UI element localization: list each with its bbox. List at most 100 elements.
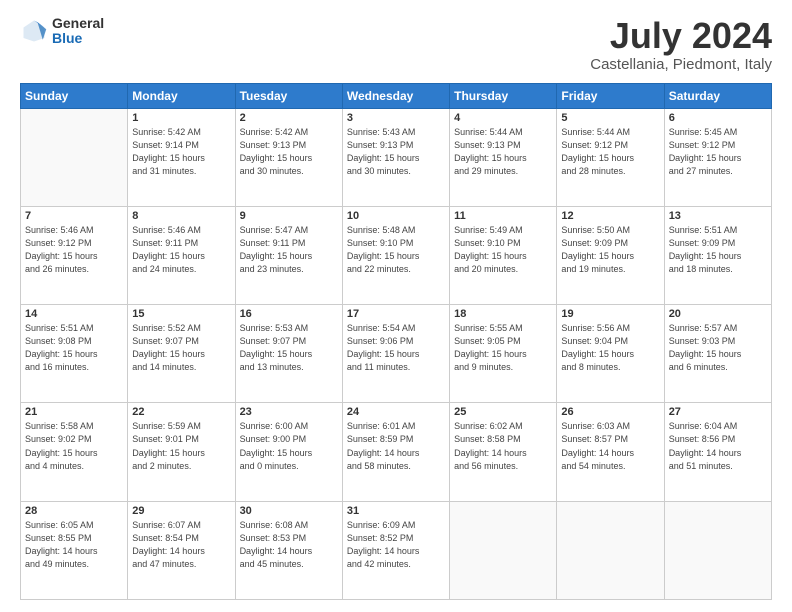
logo-text: General Blue — [52, 16, 104, 47]
day-number: 15 — [132, 308, 230, 320]
day-info: Sunrise: 5:42 AM Sunset: 9:14 PM Dayligh… — [132, 126, 230, 178]
day-info: Sunrise: 5:44 AM Sunset: 9:12 PM Dayligh… — [561, 126, 659, 178]
day-number: 17 — [347, 308, 445, 320]
day-info: Sunrise: 5:42 AM Sunset: 9:13 PM Dayligh… — [240, 126, 338, 178]
day-number: 19 — [561, 308, 659, 320]
day-number: 21 — [25, 406, 123, 418]
day-info: Sunrise: 5:43 AM Sunset: 9:13 PM Dayligh… — [347, 126, 445, 178]
day-info: Sunrise: 5:51 AM Sunset: 9:08 PM Dayligh… — [25, 322, 123, 374]
day-number: 3 — [347, 112, 445, 124]
day-number: 14 — [25, 308, 123, 320]
calendar-cell: 16Sunrise: 5:53 AM Sunset: 9:07 PM Dayli… — [235, 305, 342, 403]
day-number: 24 — [347, 406, 445, 418]
col-tuesday: Tuesday — [235, 83, 342, 108]
calendar-cell: 6 Sunrise: 5:45 AM Sunset: 9:12 PM Daylig… — [664, 108, 771, 206]
calendar-cell — [21, 108, 128, 206]
day-info: Sunrise: 5:50 AM Sunset: 9:09 PM Dayligh… — [561, 224, 659, 276]
day-number: 6 — [669, 112, 767, 124]
day-number: 30 — [240, 505, 338, 517]
calendar-cell: 2Sunrise: 5:42 AM Sunset: 9:13 PM Daylig… — [235, 108, 342, 206]
col-monday: Monday — [128, 83, 235, 108]
day-info: Sunrise: 5:49 AM Sunset: 9:10 PM Dayligh… — [454, 224, 552, 276]
calendar-cell: 23 Sunrise: 6:00 AM Sunset: 9:00 PM Dayli… — [235, 403, 342, 501]
day-info: Sunrise: 5:55 AM Sunset: 9:05 PM Dayligh… — [454, 322, 552, 374]
calendar-cell: 14 Sunrise: 5:51 AM Sunset: 9:08 PM Dayli… — [21, 305, 128, 403]
day-number: 25 — [454, 406, 552, 418]
col-saturday: Saturday — [664, 83, 771, 108]
page: General Blue July 2024 Castellania, Pied… — [0, 0, 792, 612]
calendar-cell: 19 Sunrise: 5:56 AM Sunset: 9:04 PM Dayli… — [557, 305, 664, 403]
calendar-cell: 25Sunrise: 6:02 AM Sunset: 8:58 PM Dayli… — [450, 403, 557, 501]
calendar-cell: 7 Sunrise: 5:46 AM Sunset: 9:12 PM Daylig… — [21, 206, 128, 304]
day-number: 7 — [25, 210, 123, 222]
calendar-cell: 11 Sunrise: 5:49 AM Sunset: 9:10 PM Dayli… — [450, 206, 557, 304]
col-thursday: Thursday — [450, 83, 557, 108]
col-sunday: Sunday — [21, 83, 128, 108]
calendar-cell: 15Sunrise: 5:52 AM Sunset: 9:07 PM Dayli… — [128, 305, 235, 403]
calendar-cell: 4 Sunrise: 5:44 AM Sunset: 9:13 PM Daylig… — [450, 108, 557, 206]
day-info: Sunrise: 5:56 AM Sunset: 9:04 PM Dayligh… — [561, 322, 659, 374]
logo-icon — [20, 17, 48, 45]
calendar-cell: 28Sunrise: 6:05 AM Sunset: 8:55 PM Dayli… — [21, 501, 128, 599]
calendar-cell: 10Sunrise: 5:48 AM Sunset: 9:10 PM Dayli… — [342, 206, 449, 304]
calendar-week-3: 14 Sunrise: 5:51 AM Sunset: 9:08 PM Dayli… — [21, 305, 772, 403]
day-number: 10 — [347, 210, 445, 222]
day-number: 18 — [454, 308, 552, 320]
day-info: Sunrise: 6:00 AM Sunset: 9:00 PM Dayligh… — [240, 420, 338, 472]
day-number: 26 — [561, 406, 659, 418]
calendar-cell: 1 Sunrise: 5:42 AM Sunset: 9:14 PM Daylig… — [128, 108, 235, 206]
day-number: 1 — [132, 112, 230, 124]
calendar-cell: 26 Sunrise: 6:03 AM Sunset: 8:57 PM Dayli… — [557, 403, 664, 501]
calendar-cell: 30Sunrise: 6:08 AM Sunset: 8:53 PM Dayli… — [235, 501, 342, 599]
calendar-cell: 20Sunrise: 5:57 AM Sunset: 9:03 PM Dayli… — [664, 305, 771, 403]
day-info: Sunrise: 6:09 AM Sunset: 8:52 PM Dayligh… — [347, 519, 445, 571]
logo-blue: Blue — [52, 31, 104, 46]
header: General Blue July 2024 Castellania, Pied… — [20, 16, 772, 73]
calendar-cell: 18 Sunrise: 5:55 AM Sunset: 9:05 PM Dayli… — [450, 305, 557, 403]
day-number: 9 — [240, 210, 338, 222]
day-number: 27 — [669, 406, 767, 418]
subtitle: Castellania, Piedmont, Italy — [590, 56, 772, 73]
day-info: Sunrise: 5:46 AM Sunset: 9:11 PM Dayligh… — [132, 224, 230, 276]
day-number: 5 — [561, 112, 659, 124]
day-info: Sunrise: 5:57 AM Sunset: 9:03 PM Dayligh… — [669, 322, 767, 374]
calendar-cell — [450, 501, 557, 599]
day-info: Sunrise: 5:54 AM Sunset: 9:06 PM Dayligh… — [347, 322, 445, 374]
calendar-table: Sunday Monday Tuesday Wednesday Thursday… — [20, 83, 772, 600]
day-info: Sunrise: 5:45 AM Sunset: 9:12 PM Dayligh… — [669, 126, 767, 178]
day-info: Sunrise: 6:04 AM Sunset: 8:56 PM Dayligh… — [669, 420, 767, 472]
calendar-cell: 27 Sunrise: 6:04 AM Sunset: 8:56 PM Dayli… — [664, 403, 771, 501]
day-number: 23 — [240, 406, 338, 418]
calendar-cell: 17 Sunrise: 5:54 AM Sunset: 9:06 PM Dayli… — [342, 305, 449, 403]
day-info: Sunrise: 5:44 AM Sunset: 9:13 PM Dayligh… — [454, 126, 552, 178]
day-info: Sunrise: 6:03 AM Sunset: 8:57 PM Dayligh… — [561, 420, 659, 472]
title-block: July 2024 Castellania, Piedmont, Italy — [590, 16, 772, 73]
day-info: Sunrise: 5:58 AM Sunset: 9:02 PM Dayligh… — [25, 420, 123, 472]
calendar-cell: 21 Sunrise: 5:58 AM Sunset: 9:02 PM Dayli… — [21, 403, 128, 501]
day-info: Sunrise: 6:01 AM Sunset: 8:59 PM Dayligh… — [347, 420, 445, 472]
calendar-week-2: 7 Sunrise: 5:46 AM Sunset: 9:12 PM Daylig… — [21, 206, 772, 304]
calendar-cell: 3 Sunrise: 5:43 AM Sunset: 9:13 PM Daylig… — [342, 108, 449, 206]
col-wednesday: Wednesday — [342, 83, 449, 108]
day-info: Sunrise: 5:46 AM Sunset: 9:12 PM Dayligh… — [25, 224, 123, 276]
calendar-cell — [557, 501, 664, 599]
day-info: Sunrise: 5:59 AM Sunset: 9:01 PM Dayligh… — [132, 420, 230, 472]
day-info: Sunrise: 5:47 AM Sunset: 9:11 PM Dayligh… — [240, 224, 338, 276]
calendar-cell: 29 Sunrise: 6:07 AM Sunset: 8:54 PM Dayli… — [128, 501, 235, 599]
calendar-cell — [664, 501, 771, 599]
day-number: 12 — [561, 210, 659, 222]
calendar-cell: 8Sunrise: 5:46 AM Sunset: 9:11 PM Daylig… — [128, 206, 235, 304]
calendar-cell: 24 Sunrise: 6:01 AM Sunset: 8:59 PM Dayli… — [342, 403, 449, 501]
col-friday: Friday — [557, 83, 664, 108]
day-number: 29 — [132, 505, 230, 517]
calendar-cell: 5 Sunrise: 5:44 AM Sunset: 9:12 PM Daylig… — [557, 108, 664, 206]
calendar-header-row: Sunday Monday Tuesday Wednesday Thursday… — [21, 83, 772, 108]
day-number: 4 — [454, 112, 552, 124]
day-info: Sunrise: 6:07 AM Sunset: 8:54 PM Dayligh… — [132, 519, 230, 571]
day-info: Sunrise: 6:05 AM Sunset: 8:55 PM Dayligh… — [25, 519, 123, 571]
day-number: 31 — [347, 505, 445, 517]
logo: General Blue — [20, 16, 104, 47]
day-number: 11 — [454, 210, 552, 222]
calendar-week-1: 1 Sunrise: 5:42 AM Sunset: 9:14 PM Daylig… — [21, 108, 772, 206]
calendar-cell: 31 Sunrise: 6:09 AM Sunset: 8:52 PM Dayli… — [342, 501, 449, 599]
